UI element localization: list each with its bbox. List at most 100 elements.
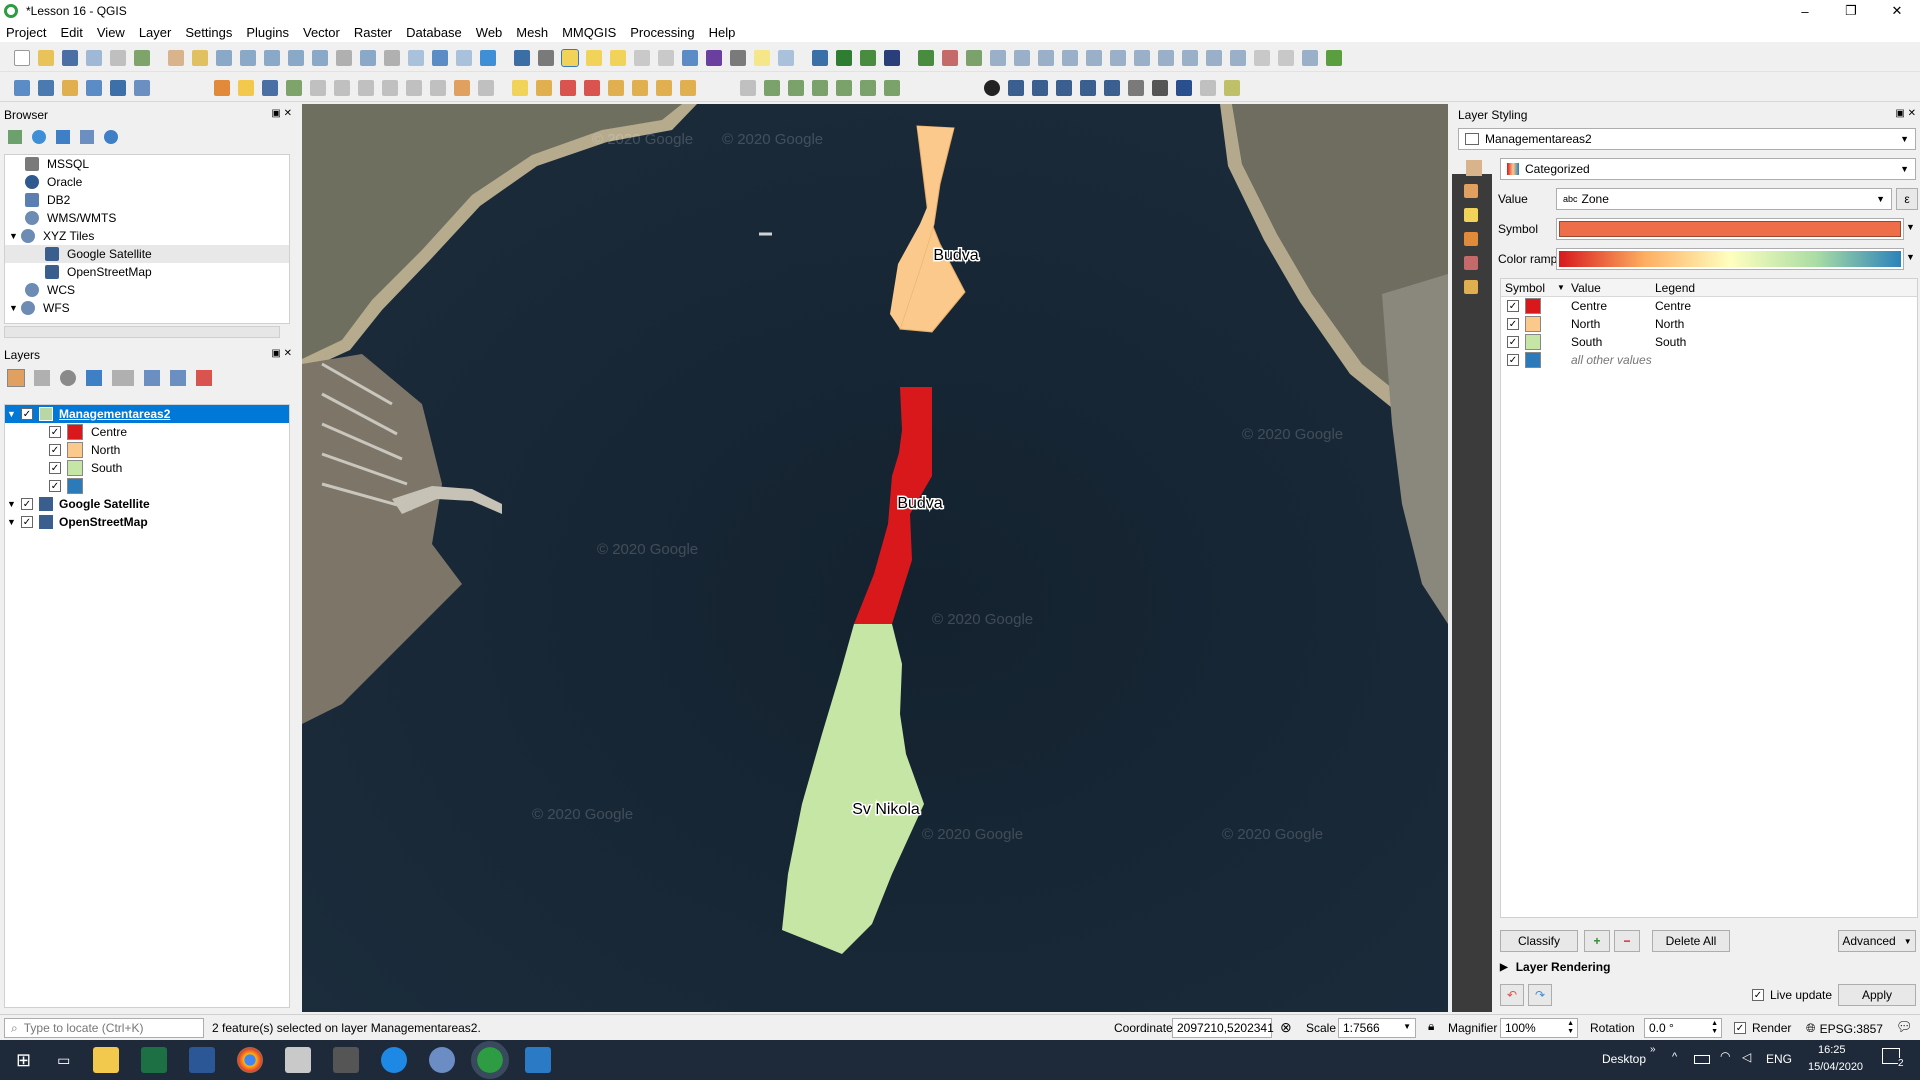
- photos-icon[interactable]: [525, 1047, 552, 1073]
- legend-class-row[interactable]: ✓ North: [5, 441, 289, 459]
- digitize-icon[interactable]: [918, 49, 934, 66]
- select-by-value-icon[interactable]: [586, 49, 602, 66]
- pan-icon[interactable]: [168, 49, 184, 66]
- move-label-icon[interactable]: [632, 79, 648, 96]
- add-vector-icon[interactable]: [14, 79, 30, 96]
- style-manager-icon[interactable]: [134, 49, 150, 66]
- browser-item-wms[interactable]: WMS/WMTS: [5, 209, 289, 227]
- add-delimited-text-icon[interactable]: [62, 79, 78, 96]
- snapping-icon[interactable]: [984, 79, 1000, 96]
- delete-ring-icon[interactable]: [1254, 49, 1270, 66]
- start-button-icon[interactable]: ⊞: [16, 1050, 31, 1071]
- class-visibility-checkbox[interactable]: ✓: [49, 426, 61, 438]
- save-project-icon[interactable]: [62, 49, 78, 66]
- attribute-table-icon[interactable]: [634, 49, 650, 66]
- task-view-icon[interactable]: ▭: [57, 1052, 70, 1069]
- delete-selected-icon[interactable]: [358, 79, 374, 96]
- processing-toolbox-icon[interactable]: [682, 49, 698, 66]
- redo-icon[interactable]: [478, 79, 494, 96]
- label-layer-icon[interactable]: [536, 79, 552, 96]
- color-ramp-button[interactable]: [1556, 248, 1904, 270]
- remove-layer-icon[interactable]: [196, 370, 212, 386]
- filter-legend-icon[interactable]: [86, 370, 102, 386]
- simplify-icon[interactable]: [1158, 49, 1174, 66]
- change-label-icon[interactable]: [680, 79, 696, 96]
- menu-raster[interactable]: Raster: [354, 25, 392, 40]
- offset-icon[interactable]: [1062, 49, 1078, 66]
- annotation-icon[interactable]: [754, 49, 770, 66]
- notepad-icon[interactable]: [285, 1047, 312, 1073]
- layer-visibility-checkbox[interactable]: ✓: [21, 498, 33, 510]
- highlight-label-icon[interactable]: [584, 79, 600, 96]
- undo-style-button[interactable]: ↶: [1500, 984, 1524, 1006]
- pin-label-icon[interactable]: [560, 79, 576, 96]
- python-console-icon[interactable]: [812, 49, 828, 66]
- menu-plugins[interactable]: Plugins: [246, 25, 289, 40]
- maximize-button[interactable]: ❐: [1828, 0, 1874, 22]
- add-rectangle-icon[interactable]: [1080, 79, 1096, 96]
- reverse-line-icon[interactable]: [860, 79, 876, 96]
- menu-layer[interactable]: Layer: [139, 25, 172, 40]
- add-class-button[interactable]: +: [1584, 930, 1610, 952]
- renderer-dropdown[interactable]: Categorized ▼: [1500, 158, 1916, 180]
- collapse-all-icon[interactable]: [170, 370, 186, 386]
- panel-dock-close-icon[interactable]: ▣ ✕: [1895, 108, 1916, 119]
- close-button[interactable]: ✕: [1874, 0, 1920, 22]
- map-svg[interactable]: © 2020 Google © 2020 Google © 2020 Googl…: [302, 104, 1448, 1012]
- menu-view[interactable]: View: [97, 25, 125, 40]
- calculator-icon[interactable]: [333, 1047, 360, 1073]
- zoom-layer-icon[interactable]: [312, 49, 328, 66]
- measure-icon[interactable]: [730, 49, 746, 66]
- browser-hscrollbar[interactable]: [4, 326, 280, 338]
- browser-item-mssql[interactable]: MSSQL: [5, 155, 289, 173]
- legend-class-row[interactable]: ✓ Centre: [5, 423, 289, 441]
- collapse-arrow-icon[interactable]: ▼: [9, 231, 21, 241]
- add-feature-icon[interactable]: [310, 79, 326, 96]
- chevron-down-icon[interactable]: ▼: [1906, 222, 1915, 232]
- layer-rendering-section[interactable]: ▶ Layer Rendering: [1500, 960, 1610, 974]
- mask-tab-icon[interactable]: [1464, 256, 1478, 270]
- identify-icon[interactable]: [514, 49, 530, 66]
- battery-icon[interactable]: [1694, 1055, 1710, 1064]
- remove-class-button[interactable]: −: [1614, 930, 1640, 952]
- word-icon[interactable]: [189, 1047, 216, 1073]
- collapse-all-icon[interactable]: [80, 130, 94, 144]
- geometry-checker-icon[interactable]: [1176, 79, 1192, 96]
- browser-item-osm[interactable]: OpenStreetMap: [5, 263, 289, 281]
- layer-row-managementareas2[interactable]: ▼ ✓ Managementareas2: [5, 405, 289, 423]
- renderer-icon-side[interactable]: [1466, 160, 1482, 176]
- vertex-icon[interactable]: [334, 79, 350, 96]
- browser-item-wcs[interactable]: WCS: [5, 281, 289, 299]
- header-symbol[interactable]: Symbol: [1505, 281, 1545, 295]
- language-indicator[interactable]: ENG: [1766, 1052, 1792, 1066]
- georeferencer-icon[interactable]: [1224, 79, 1240, 96]
- grass-icon[interactable]: [1326, 49, 1342, 66]
- category-swatch[interactable]: [1525, 334, 1541, 350]
- topology-icon[interactable]: [1200, 79, 1216, 96]
- menu-vector[interactable]: Vector: [303, 25, 340, 40]
- rotation-field[interactable]: 0.0 ° ▲ ▼: [1644, 1018, 1722, 1038]
- layer-select-dropdown[interactable]: Managementareas2 ▼: [1458, 128, 1916, 150]
- split-icon[interactable]: [1014, 49, 1030, 66]
- category-swatch[interactable]: [1525, 298, 1541, 314]
- legend-class-row[interactable]: ✓: [5, 477, 289, 495]
- map-canvas[interactable]: © 2020 Google © 2020 Google © 2020 Googl…: [302, 104, 1448, 1012]
- collapse-arrow-icon[interactable]: ▼: [7, 409, 21, 419]
- menu-help[interactable]: Help: [709, 25, 736, 40]
- add-ring-icon[interactable]: [1182, 49, 1198, 66]
- qgis-taskbar-icon[interactable]: [471, 1041, 510, 1079]
- style-layer-icon[interactable]: [7, 369, 25, 387]
- volume-icon[interactable]: ◁: [1742, 1050, 1751, 1064]
- collapse-arrow-icon[interactable]: ▼: [7, 517, 21, 527]
- bookmark-icon[interactable]: [456, 49, 472, 66]
- vertex-tool-icon[interactable]: [942, 49, 958, 66]
- split-parts-icon[interactable]: [788, 79, 804, 96]
- tray-up-arrow-icon[interactable]: ^: [1672, 1051, 1677, 1063]
- layer-visibility-checkbox[interactable]: ✓: [21, 516, 33, 528]
- history-tab-icon[interactable]: [1464, 280, 1478, 294]
- edge-icon[interactable]: [381, 1047, 408, 1073]
- trim-extend-icon[interactable]: [884, 79, 900, 96]
- menu-mmqgis[interactable]: MMQGIS: [562, 25, 616, 40]
- file-explorer-icon[interactable]: [93, 1047, 120, 1073]
- class-visibility-checkbox[interactable]: ✓: [49, 444, 61, 456]
